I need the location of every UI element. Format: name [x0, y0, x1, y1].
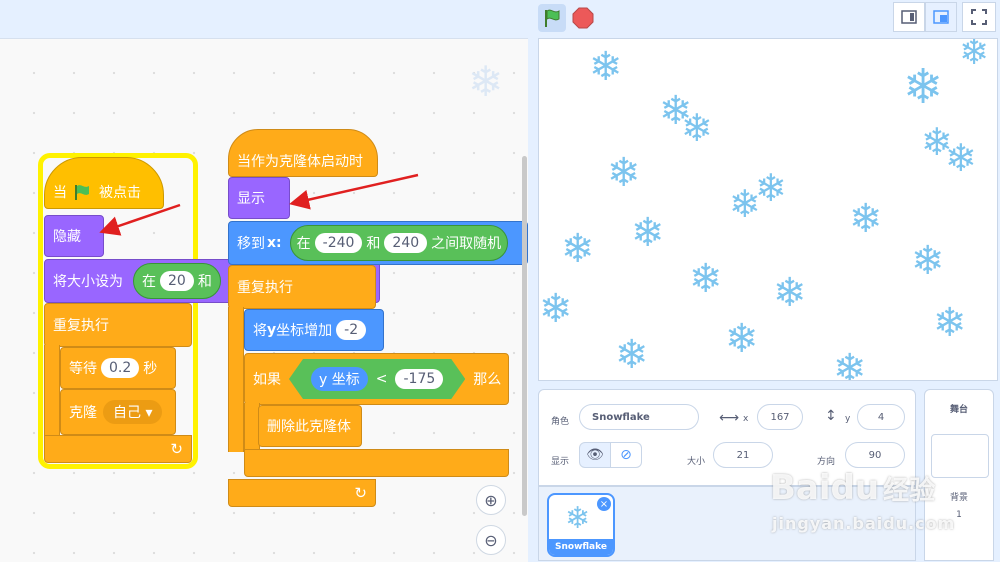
small-stage-button[interactable]: [893, 2, 925, 32]
watermark-logo-paw: du: [830, 468, 880, 508]
sprite-tile-name: Snowflake: [549, 539, 613, 555]
sprite-label: 角色: [551, 417, 570, 427]
direction-input[interactable]: 90: [845, 442, 905, 468]
watermark-url: jingyan.baidu.com: [772, 514, 956, 533]
zoom-in-button[interactable]: ⊕: [476, 485, 506, 515]
x-value: 167: [770, 411, 790, 423]
stop-button[interactable]: [572, 7, 594, 29]
delete-sprite-icon[interactable]: ×: [597, 497, 611, 511]
snowflake-icon: ❄: [607, 150, 641, 196]
stage-panel-title: 舞台: [949, 405, 968, 415]
normal-stage-button[interactable]: [925, 2, 957, 32]
code-area[interactable]: ❄ 当 被点击 隐藏 将大小设为 在 20 和 重复执行 等待 0.2 秒 克隆…: [0, 38, 528, 562]
y-arrows-icon: ↕: [825, 408, 837, 424]
size-value: 21: [736, 449, 750, 461]
snowflake-icon: ❄: [725, 316, 759, 362]
snowflake-icon: ❄: [833, 346, 867, 381]
zoom-out-button[interactable]: ⊖: [476, 525, 506, 555]
snowflake-icon: ❄: [589, 44, 623, 90]
fullscreen-icon: [971, 9, 987, 25]
y-label: y: [845, 414, 851, 424]
snowflake-thumbnail-icon: ❄: [565, 501, 591, 536]
direction-label: 方向: [817, 457, 836, 467]
show-sprite-button[interactable]: 👁: [579, 442, 611, 468]
code-scrollbar[interactable]: [522, 156, 527, 516]
sprite-name-value: Snowflake: [592, 411, 650, 423]
snowflake-icon: ❄: [681, 106, 713, 150]
x-label: x: [743, 414, 749, 424]
arrow-to-show: [289, 173, 419, 210]
size-input[interactable]: 21: [713, 442, 773, 468]
hide-sprite-button[interactable]: ⊘: [610, 442, 642, 468]
snowflake-icon: ❄: [689, 256, 723, 302]
sprite-tile-snowflake[interactable]: ❄ × Snowflake: [547, 493, 615, 557]
small-stage-icon: [901, 10, 917, 24]
snowflake-icon: ❄: [903, 59, 944, 115]
snowflake-icon: ❄: [773, 270, 807, 316]
stage-thumbnail[interactable]: [931, 434, 989, 478]
green-flag-button[interactable]: [538, 4, 566, 32]
snowflake-icon: ❄: [561, 226, 595, 272]
stage-canvas[interactable]: ❄ ❄ ❄ ❄ ❄ ❄ ❄ ❄ ❄ ❄ ❄ ❄ ❄ ❄ ❄ ❄ ❄ ❄ ❄ ❄ …: [538, 38, 998, 381]
x-arrows-icon: ⟷: [719, 410, 740, 426]
snowflake-icon: ❄: [631, 210, 665, 256]
green-flag-icon: [545, 9, 560, 27]
zoom-out-icon: ⊖: [484, 530, 498, 550]
snowflake-icon: ❄: [729, 182, 761, 226]
snowflake-icon: ❄: [933, 300, 967, 346]
annotation-arrows: [99, 173, 419, 236]
backdrops-label: 背景: [949, 493, 968, 503]
snowflake-icon: ❄: [539, 286, 573, 332]
zoom-in-icon: ⊕: [484, 490, 498, 510]
snowflake-icon: ❄: [945, 136, 977, 180]
stop-sign-icon: [572, 7, 594, 29]
snowflake-icon: ❄: [911, 238, 945, 284]
watermark-logo-cn: 经验: [883, 476, 936, 506]
normal-stage-icon: [933, 10, 949, 24]
y-value: 4: [877, 411, 885, 423]
fullscreen-button[interactable]: [962, 2, 996, 32]
eye-icon: 👁: [586, 447, 604, 463]
watermark-logo-text: Bai: [770, 468, 831, 508]
y-input[interactable]: 4: [857, 404, 905, 430]
snowflake-icon: ❄: [615, 332, 649, 378]
eye-slash-icon: ⊘: [620, 447, 632, 463]
arrow-to-hide: [99, 203, 181, 236]
show-label: 显示: [551, 457, 570, 467]
snowflake-icon: ❄: [959, 38, 990, 73]
size-label: 大小: [687, 457, 706, 467]
baidu-watermark-logo: Baidu 经验: [770, 468, 935, 508]
sprite-name-input[interactable]: Snowflake: [579, 404, 699, 430]
direction-value: 90: [868, 449, 882, 461]
snowflake-icon: ❄: [849, 196, 883, 242]
x-input[interactable]: 167: [757, 404, 803, 430]
